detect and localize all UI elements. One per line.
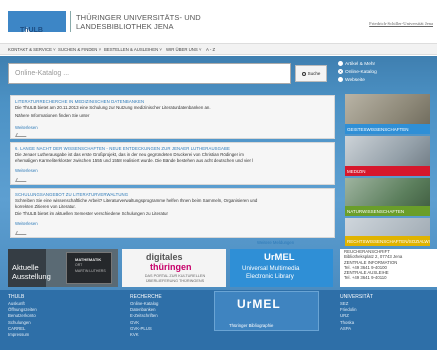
digitales-line1: digitales — [146, 252, 183, 262]
radio-artikel[interactable]: Artikel & Mehr — [338, 61, 377, 69]
thumb-geisteswissenschaften[interactable]: GEISTESWISSENSCHAFTEN — [345, 94, 430, 134]
news-text: Nähere Informationen finden Sie unter — [15, 113, 90, 118]
footer-heading: THULB — [8, 294, 25, 300]
header-divider — [70, 11, 71, 32]
nav-a-z[interactable]: A - Z — [206, 47, 215, 52]
footer-heading: UNIVERSITÄT — [340, 294, 374, 300]
site-title-line2: LANDESBIBLIOTHEK JENA — [76, 22, 174, 31]
book-subtitle: MARTIN LUTHERS — [75, 269, 106, 273]
nav-bestellen-ausleihen[interactable]: BESTELLEN & AUSLEIHEN ˅ — [104, 47, 162, 52]
footer-link[interactable]: Impressum — [8, 332, 37, 338]
thumb-rechtswissenschaften[interactable]: RECHTSWISSENSCHAFTEN/SOZIALWISSE — [345, 218, 430, 246]
book-title: MATHEMATIK — [75, 257, 102, 262]
news-panel: 6. LANGE NACHT DER WISSENSCHAFTEN - NEUE… — [10, 142, 335, 185]
radio-online-katalog[interactable]: Online-Katalog — [338, 69, 377, 77]
radio-dot-icon — [338, 77, 343, 82]
news-text: korrekten Zitieren von Literatur. — [15, 204, 76, 209]
footer-column-recherche: RECHERCHE Online-Katalog Datenbanken E-Z… — [130, 294, 162, 338]
overlay-subtitle[interactable]: Thüringer Bibliographie — [229, 323, 273, 328]
urmel-line2: Electronic Library — [246, 273, 294, 280]
news-text: Die ThULB bietet im aktuellen Semester v… — [15, 211, 168, 216]
exhibition-line2: Ausstellung — [12, 272, 51, 281]
news-title[interactable]: SCHULUNGSANGEBOT ZU LITERATURVERWALTUNG — [15, 192, 128, 197]
separator-tick — [15, 133, 28, 137]
contact-block: REUCHERANSCHRIFT Bibliotheksplatz 2, 077… — [340, 249, 437, 287]
urmel-logo: UrMEL — [264, 252, 295, 263]
search-scope-options: Artikel & Mehr Online-Katalog Webseite — [338, 61, 377, 85]
urmel-line1: Universal Multimedia — [242, 265, 300, 272]
university-link[interactable]: Friedrich-Schiller-Universität Jena — [369, 21, 433, 26]
radio-label: Webseite — [345, 78, 365, 83]
radio-dot-icon — [338, 61, 343, 66]
footer-column-thulb: THULB Auskunft Öffnungszeiten Benutzerko… — [8, 294, 37, 338]
contact-line: Tel. +49 3641 9-40110 — [344, 275, 387, 281]
search-input[interactable]: Online-Katalog ... — [8, 63, 291, 84]
radio-webseite[interactable]: Webseite — [338, 77, 377, 85]
news-panel: SCHULUNGSANGEBOT ZU LITERATURVERWALTUNG … — [10, 188, 335, 238]
site-title-line1: THÜRINGER UNIVERSITÄTS- UND — [76, 13, 201, 22]
thumb-naturwissenschaften[interactable]: NATURWISSENSCHAFTEN — [345, 178, 430, 216]
thumb-label: RECHTSWISSENSCHAFTEN/SOZIALWISSE — [345, 236, 430, 246]
logo-text: ThULB — [20, 27, 43, 34]
news-text: Die ThULB bietet am 20.11.2013 eine Schu… — [15, 105, 211, 110]
main-navigation: KONTAKT & SERVICE ˅ SUCHEN & FINDEN ˅ BE… — [0, 43, 437, 55]
thumb-label: MEDIZIN — [345, 166, 430, 176]
search-button-label: Suche — [307, 71, 321, 76]
news-panel: LITERATURRECHERCHE IN MEDIZINISCHEN DATE… — [10, 95, 335, 139]
footer-heading: RECHERCHE — [130, 294, 162, 300]
thumb-label: GEISTESWISSENSCHAFTEN — [345, 124, 430, 134]
footer-link[interactable]: E-Zeitschriften — [130, 313, 162, 319]
nav-suchen-finden[interactable]: SUCHEN & FINDEN ˅ — [58, 47, 101, 52]
book-subtitle: ORT — [75, 263, 83, 267]
radio-label: Artikel & Mehr — [345, 62, 376, 67]
news-text: ehemaligen Karmeliterkloster zwischen 15… — [15, 158, 254, 163]
radio-dot-selected-icon — [338, 69, 343, 74]
read-more-link[interactable]: Weiterlesen — [15, 168, 38, 173]
digitales-line2: thüringen — [150, 262, 192, 272]
thumb-label: NATURWISSENSCHAFTEN — [345, 206, 430, 216]
footer-link[interactable]: KVK — [130, 332, 162, 338]
news-title[interactable]: LITERATURRECHERCHE IN MEDIZINISCHEN DATE… — [15, 99, 144, 104]
footer-column-universitaet: UNIVERSITÄT SEZ Friedolin URZ Thoska ASP… — [340, 294, 373, 332]
nav-wir-ueber-uns[interactable]: WIR ÜBER UNS ˅ — [166, 47, 201, 52]
search-placeholder: Online-Katalog ... — [15, 70, 70, 77]
exhibition-line1: Aktuelle — [12, 263, 39, 272]
book-cover: MATHEMATIK ORT MARTIN LUTHERS — [66, 252, 112, 284]
read-more-link[interactable]: Weiterlesen — [15, 221, 38, 226]
nav-kontakt-service[interactable]: KONTAKT & SERVICE ˅ — [8, 47, 56, 52]
thumb-medizin[interactable]: MEDIZIN — [345, 136, 430, 176]
search-button[interactable]: Suche — [295, 65, 327, 82]
urmel-banner[interactable]: UrMEL Universal Multimedia Electronic Li… — [230, 249, 333, 287]
digitales-caption: DAS PORTAL ZUR KULTURELLEN ÜBERLIEFERUNG… — [144, 274, 206, 283]
search-icon — [301, 72, 306, 76]
read-more-link[interactable]: Weiterlesen — [15, 125, 38, 130]
exhibition-banner[interactable]: Aktuelle Ausstellung MATHEMATIK ORT MART… — [8, 249, 118, 287]
news-title[interactable]: 6. LANGE NACHT DER WISSENSCHAFTEN - NEUE… — [15, 146, 230, 151]
site-header: ThULB THÜRINGER UNIVERSITÄTS- UND LANDES… — [0, 0, 437, 42]
footer-link[interactable]: ASPA — [340, 326, 373, 332]
digitales-thueringen-banner[interactable]: digitales thüringen DAS PORTAL ZUR KULTU… — [122, 249, 226, 287]
overlay-title: UrMEL — [237, 297, 281, 311]
more-news-link[interactable]: Weitere Meldungen — [257, 240, 294, 245]
separator-tick — [15, 231, 28, 235]
footer-link[interactable]: Benutzerkonto — [8, 313, 37, 319]
separator-tick — [15, 178, 28, 182]
radio-label: Online-Katalog — [345, 70, 377, 75]
